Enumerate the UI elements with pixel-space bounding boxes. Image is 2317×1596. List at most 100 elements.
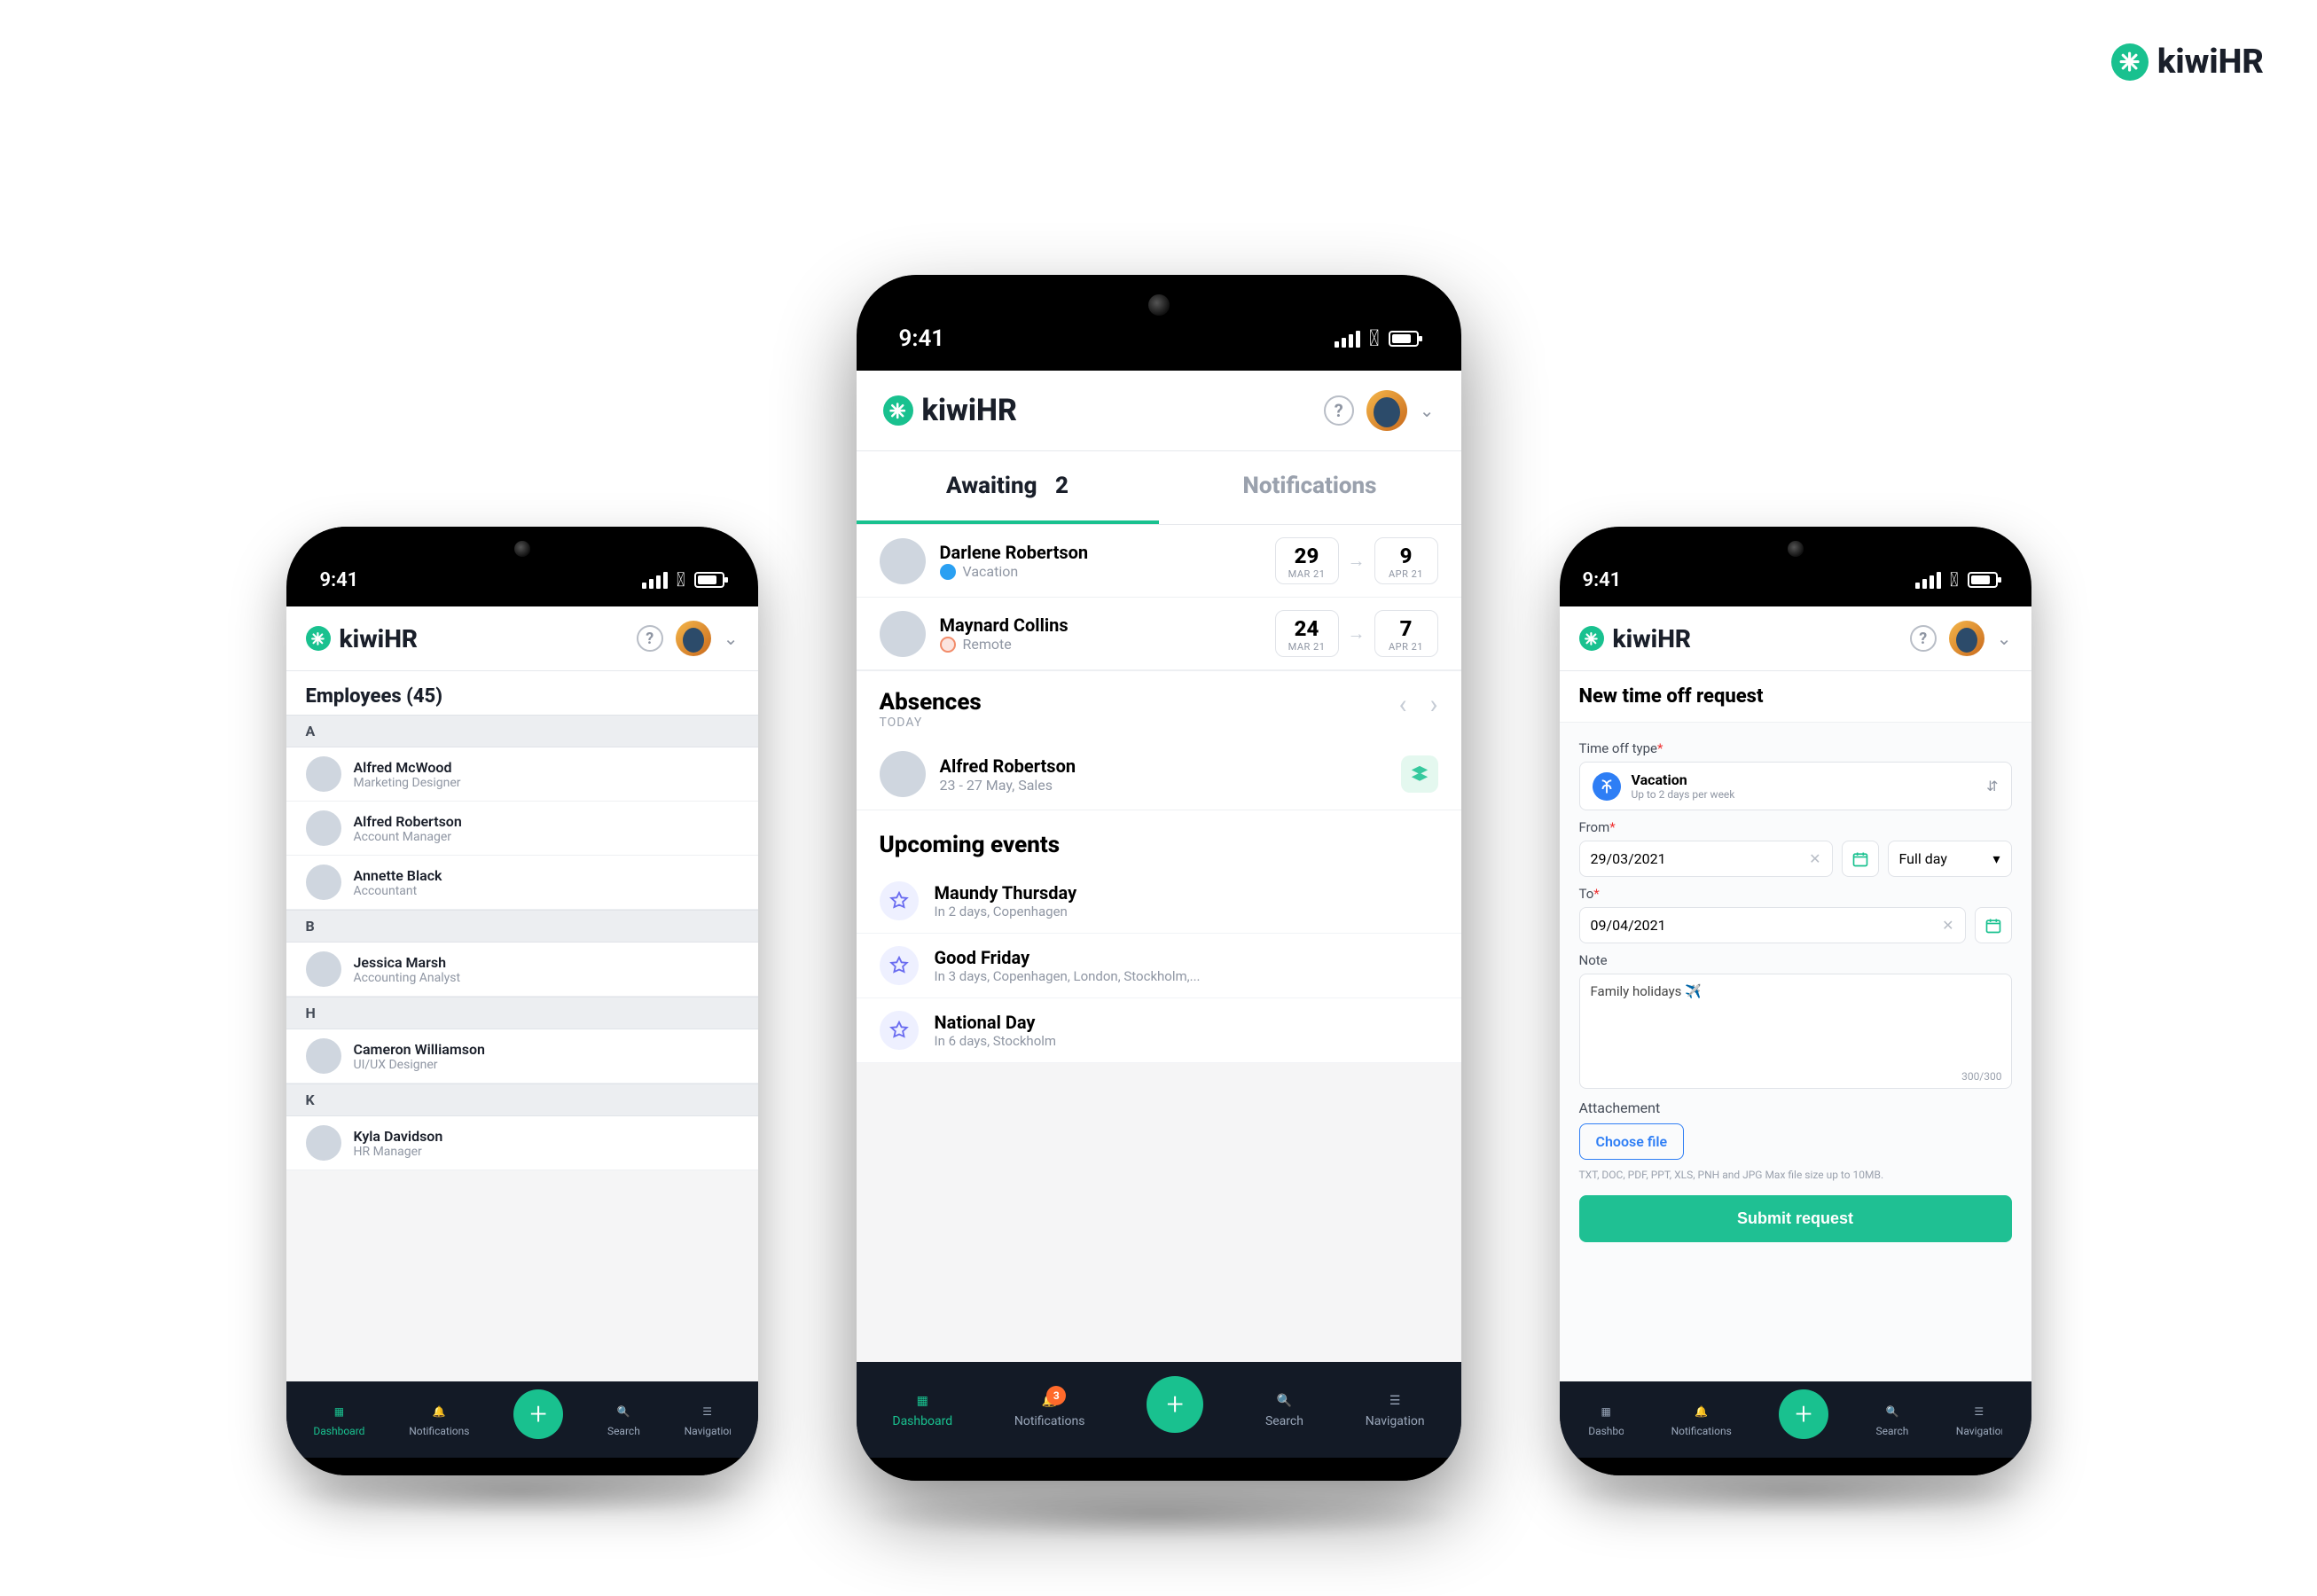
to-date-input[interactable]: 09/04/2021 ✕: [1579, 907, 1966, 943]
dashboard-tabs: Awaiting 2 Notifications: [857, 451, 1461, 525]
arrow-right-icon: →: [1348, 622, 1366, 645]
status-time: 9:41: [1583, 569, 1622, 591]
requester-name: Darlene Robertson: [940, 542, 1089, 563]
submit-button[interactable]: Submit request: [1579, 1195, 2012, 1242]
brand-name: kiwiHR: [2157, 43, 2264, 82]
phone-center-dashboard: 9:41 􀙇 kiwiHR ? ⌄ Awaiting 2: [857, 275, 1461, 1481]
nav-notifications[interactable]: 🔔 3 Notifications: [1014, 1391, 1085, 1428]
from-value: 29/03/2021: [1591, 850, 1666, 867]
user-avatar[interactable]: [676, 621, 711, 656]
event-row[interactable]: National DayIn 6 days, Stockholm: [857, 998, 1461, 1063]
employee-role: Account Manager: [354, 830, 462, 844]
battery-icon: [1968, 572, 1998, 588]
from-date-input[interactable]: 29/03/2021 ✕: [1579, 841, 1833, 877]
star-icon: [880, 946, 919, 985]
search-icon: 🔍: [1277, 1391, 1292, 1411]
employee-name: Jessica Marsh: [354, 954, 461, 971]
clear-icon[interactable]: ✕: [1942, 917, 1953, 934]
from-label: From*: [1579, 819, 2012, 835]
next-day-button[interactable]: ›: [1429, 689, 1437, 720]
signal-icon: [1335, 331, 1360, 348]
calendar-icon[interactable]: [1975, 907, 2012, 943]
employee-row[interactable]: Cameron WilliamsonUI/UX Designer: [286, 1029, 758, 1084]
signal-icon: [1915, 572, 1941, 589]
absences-title: Absences: [880, 689, 982, 716]
dashboard-icon: ▦: [334, 1402, 344, 1421]
phone-shadow: [857, 1488, 1460, 1541]
user-avatar[interactable]: [1949, 621, 1984, 656]
employee-row[interactable]: Jessica MarshAccounting Analyst: [286, 943, 758, 997]
nav-navigation[interactable]: ☰ Navigation: [1366, 1391, 1425, 1428]
type-select[interactable]: Vacation Up to 2 days per week ⇵: [1579, 762, 2012, 810]
event-name: National Day: [935, 1012, 1057, 1033]
tab-notifications[interactable]: Notifications: [1159, 451, 1461, 524]
event-name: Good Friday: [935, 947, 1201, 968]
employee-name: Alfred Robertson: [354, 813, 462, 830]
avatar: [880, 611, 926, 657]
employee-role: Accounting Analyst: [354, 971, 461, 985]
date-range: 29MAR 21 → 9APR 21: [1275, 537, 1438, 584]
wifi-icon: 􀙇: [677, 569, 685, 591]
tab-awaiting[interactable]: Awaiting 2: [857, 451, 1159, 524]
wifi-icon: 􀙇: [1369, 325, 1380, 352]
events-title: Upcoming events: [857, 810, 1461, 869]
employee-row[interactable]: Annette BlackAccountant: [286, 856, 758, 910]
bell-icon: 🔔: [1695, 1402, 1708, 1421]
nav-notifications[interactable]: 🔔 Notifications: [1671, 1402, 1732, 1437]
employee-name: Alfred McWood: [354, 759, 461, 776]
chevron-down-icon[interactable]: ⌄: [724, 628, 739, 649]
help-icon[interactable]: ?: [1324, 395, 1354, 426]
nav-notifications[interactable]: 🔔 Notifications: [409, 1402, 469, 1437]
chevron-down-icon[interactable]: ⌄: [1997, 628, 2012, 649]
choose-file-button[interactable]: Choose file: [1579, 1123, 1685, 1160]
employee-list[interactable]: A Alfred McWoodMarketing Designer Alfred…: [286, 715, 758, 1381]
nav-navigation[interactable]: ☰ Navigation: [1956, 1402, 2002, 1437]
vacation-icon: [940, 564, 956, 580]
nav-search[interactable]: 🔍 Search: [1265, 1391, 1303, 1428]
help-icon[interactable]: ?: [1910, 625, 1937, 652]
nav-dashboard[interactable]: ▦ Dashboard: [1588, 1402, 1624, 1437]
status-bar: 9:41 􀙇: [286, 560, 758, 599]
event-row[interactable]: Good FridayIn 3 days, Copenhagen, London…: [857, 934, 1461, 998]
employee-row[interactable]: Alfred McWoodMarketing Designer: [286, 747, 758, 802]
employee-row[interactable]: Kyla DavidsonHR Manager: [286, 1116, 758, 1170]
request-row[interactable]: Maynard Collins Remote 24MAR 21 → 7APR 2…: [857, 598, 1461, 670]
nav-dashboard[interactable]: ▦ Dashboard: [313, 1402, 364, 1437]
nav-search[interactable]: 🔍 Search: [607, 1402, 640, 1437]
stack-icon: [1401, 755, 1438, 793]
clear-icon[interactable]: ✕: [1809, 850, 1820, 867]
absences-subtitle: TODAY: [880, 716, 982, 730]
nav-dashboard[interactable]: ▦ Dashboard: [892, 1391, 952, 1428]
palm-icon: [1593, 772, 1621, 801]
chevron-down-icon[interactable]: ⌄: [1420, 400, 1435, 421]
user-avatar[interactable]: [1366, 390, 1407, 431]
employee-row[interactable]: Alfred RobertsonAccount Manager: [286, 802, 758, 856]
group-header: K: [286, 1084, 758, 1116]
avatar: [306, 810, 341, 846]
status-time: 9:41: [899, 325, 945, 352]
employee-role: Marketing Designer: [354, 776, 461, 790]
fullday-value: Full day: [1899, 850, 1947, 867]
nav-search[interactable]: 🔍 Search: [1876, 1402, 1909, 1437]
nav-navigation[interactable]: ☰ Navigation: [685, 1402, 731, 1437]
event-name: Maundy Thursday: [935, 882, 1077, 904]
calendar-icon[interactable]: [1842, 841, 1879, 877]
absence-row[interactable]: Alfred Robertson 23 - 27 May, Sales: [857, 739, 1461, 810]
avatar: [306, 756, 341, 792]
prev-day-button[interactable]: ‹: [1398, 689, 1406, 720]
status-bar: 9:41 􀙇: [857, 316, 1461, 362]
note-textarea[interactable]: Family holidays ✈️ 300/300: [1579, 974, 2012, 1089]
request-row[interactable]: Darlene Robertson Vacation 29MAR 21 → 9A…: [857, 525, 1461, 598]
employees-title: Employees (45): [286, 671, 758, 715]
fab-add[interactable]: +: [513, 1389, 563, 1439]
help-icon[interactable]: ?: [637, 625, 663, 652]
event-row[interactable]: Maundy ThursdayIn 2 days, Copenhagen: [857, 869, 1461, 934]
group-header: H: [286, 997, 758, 1029]
fab-add[interactable]: +: [1779, 1389, 1828, 1439]
bottom-nav: ▦ Dashboard 🔔 3 Notifications + 🔍 Search…: [857, 1362, 1461, 1458]
to-label: To*: [1579, 886, 2012, 902]
fab-add[interactable]: +: [1147, 1376, 1203, 1433]
search-icon: 🔍: [617, 1402, 630, 1421]
fullday-select[interactable]: Full day ▾: [1888, 841, 2012, 877]
avatar: [880, 751, 926, 797]
